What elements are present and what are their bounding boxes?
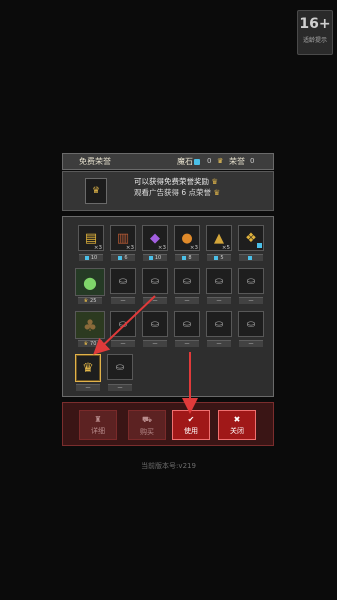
- age-rating-badge: 16+ 适龄提示: [297, 10, 333, 55]
- detail-button[interactable]: ♜ 详细: [79, 410, 117, 440]
- orange-pot-icon: ●: [181, 230, 193, 246]
- locked-slot[interactable]: ⛀: [110, 311, 136, 337]
- item-bar: —: [108, 384, 132, 391]
- lock-icon: ⛀: [115, 361, 125, 373]
- gold-idol-icon: ▲: [214, 230, 224, 246]
- crown-icon: ♛: [83, 298, 89, 304]
- buy-button[interactable]: ⛟ 购买: [128, 410, 166, 440]
- crown-icon: ♛: [217, 157, 224, 165]
- item-bar: —: [143, 340, 167, 347]
- item-bar: ♛ 25: [78, 297, 102, 304]
- item-bar: [239, 254, 263, 261]
- age-label: 适龄提示: [302, 37, 327, 44]
- lock-icon: ⛀: [150, 275, 160, 287]
- locked-slot[interactable]: ⛀: [174, 268, 200, 294]
- crown-icon: ♛: [91, 186, 101, 196]
- lock-icon: ⛀: [214, 275, 224, 287]
- lock-icon: ⛀: [182, 318, 192, 330]
- header-bar: 免费荣誉 魔石 0 ♛ 荣誉 0: [62, 153, 274, 170]
- detail-icon: ♜: [94, 415, 102, 424]
- check-icon: ✔: [187, 415, 195, 424]
- item-bar: —: [207, 297, 231, 304]
- item-bar: —: [175, 340, 199, 347]
- magic-stone-value: 0: [207, 157, 212, 165]
- book-icon: ▥: [116, 230, 130, 246]
- lock-icon: ⛀: [118, 318, 128, 330]
- honor-label: 荣誉: [229, 157, 245, 166]
- honor-value: 0: [250, 157, 255, 165]
- item-bar: —: [76, 384, 100, 391]
- locked-slot[interactable]: ⛀: [142, 268, 168, 294]
- item-bar: 10: [79, 254, 103, 261]
- reward-crown-slot[interactable]: ♛: [85, 178, 107, 204]
- locked-slot[interactable]: ⛀: [206, 268, 232, 294]
- locked-slot[interactable]: ⛀: [206, 311, 232, 337]
- item-bar: —: [207, 340, 231, 347]
- lock-icon: ⛀: [182, 275, 192, 287]
- crown-icon: ♛: [82, 360, 94, 376]
- item-slot-idol[interactable]: ▲ ×5: [206, 225, 232, 251]
- item-bar: ♛ 70: [78, 340, 102, 347]
- locked-slot[interactable]: ⛀: [238, 311, 264, 337]
- crown-icon: ♛: [83, 341, 89, 347]
- item-slot-treant[interactable]: ♣: [75, 311, 105, 339]
- gold-bars-icon: ▤: [84, 230, 98, 246]
- item-bar: 8: [175, 254, 199, 261]
- locked-slot[interactable]: ⛀: [107, 354, 133, 380]
- locked-slot[interactable]: ⛀: [174, 311, 200, 337]
- age-number: 16+: [299, 16, 331, 32]
- item-bar: —: [111, 297, 135, 304]
- green-slime-icon: ●: [83, 272, 97, 292]
- item-bar: —: [239, 297, 263, 304]
- treant-icon: ♣: [82, 315, 98, 335]
- item-slot-crystal[interactable]: ◆ ×3: [142, 225, 168, 251]
- crown-icon: ♛: [211, 177, 219, 186]
- locked-slot[interactable]: ⛀: [142, 311, 168, 337]
- item-bar: —: [239, 340, 263, 347]
- item-slot-coins[interactable]: ❖: [238, 225, 264, 251]
- close-button[interactable]: ✖ 关闭: [218, 410, 256, 440]
- panel-title: 免费荣誉: [79, 157, 111, 166]
- item-bar: —: [111, 340, 135, 347]
- use-button[interactable]: ✔ 使用: [172, 410, 210, 440]
- item-bar: 10: [143, 254, 167, 261]
- lock-icon: ⛀: [214, 318, 224, 330]
- close-icon: ✖: [233, 415, 241, 424]
- item-slot-slime[interactable]: ●: [75, 268, 105, 296]
- reward-line-1: 可以获得免费荣誉奖励 ♛: [134, 177, 219, 186]
- item-bar: 5: [207, 254, 231, 261]
- item-bar: —: [143, 297, 167, 304]
- item-bar: —: [175, 297, 199, 304]
- version-text: 当前版本号:v219: [141, 462, 196, 470]
- magic-stone-label: 魔石: [177, 157, 193, 166]
- lock-icon: ⛀: [246, 318, 256, 330]
- gold-coins-icon: ❖: [245, 230, 257, 246]
- lock-icon: ⛀: [150, 318, 160, 330]
- gem-icon: [194, 159, 200, 165]
- cart-icon: ⛟: [141, 415, 153, 424]
- item-bar: 6: [111, 254, 135, 261]
- lock-icon: ⛀: [246, 275, 256, 287]
- item-slot-gold-bars[interactable]: ▤ ×3: [78, 225, 104, 251]
- item-slot-crown-selected[interactable]: ♛: [75, 354, 101, 382]
- locked-slot[interactable]: ⛀: [238, 268, 264, 294]
- item-slot-pot[interactable]: ● ×3: [174, 225, 200, 251]
- crown-icon: ♛: [213, 188, 221, 197]
- lock-icon: ⛀: [118, 275, 128, 287]
- locked-slot[interactable]: ⛀: [110, 268, 136, 294]
- reward-panel: ♛ 可以获得免费荣誉奖励 ♛ 观看广告获得 6 点荣誉 ♛: [62, 171, 274, 211]
- reward-line-2: 观看广告获得 6 点荣誉 ♛: [134, 188, 221, 197]
- purple-crystal-icon: ◆: [150, 230, 160, 246]
- item-slot-book[interactable]: ▥ ×3: [110, 225, 136, 251]
